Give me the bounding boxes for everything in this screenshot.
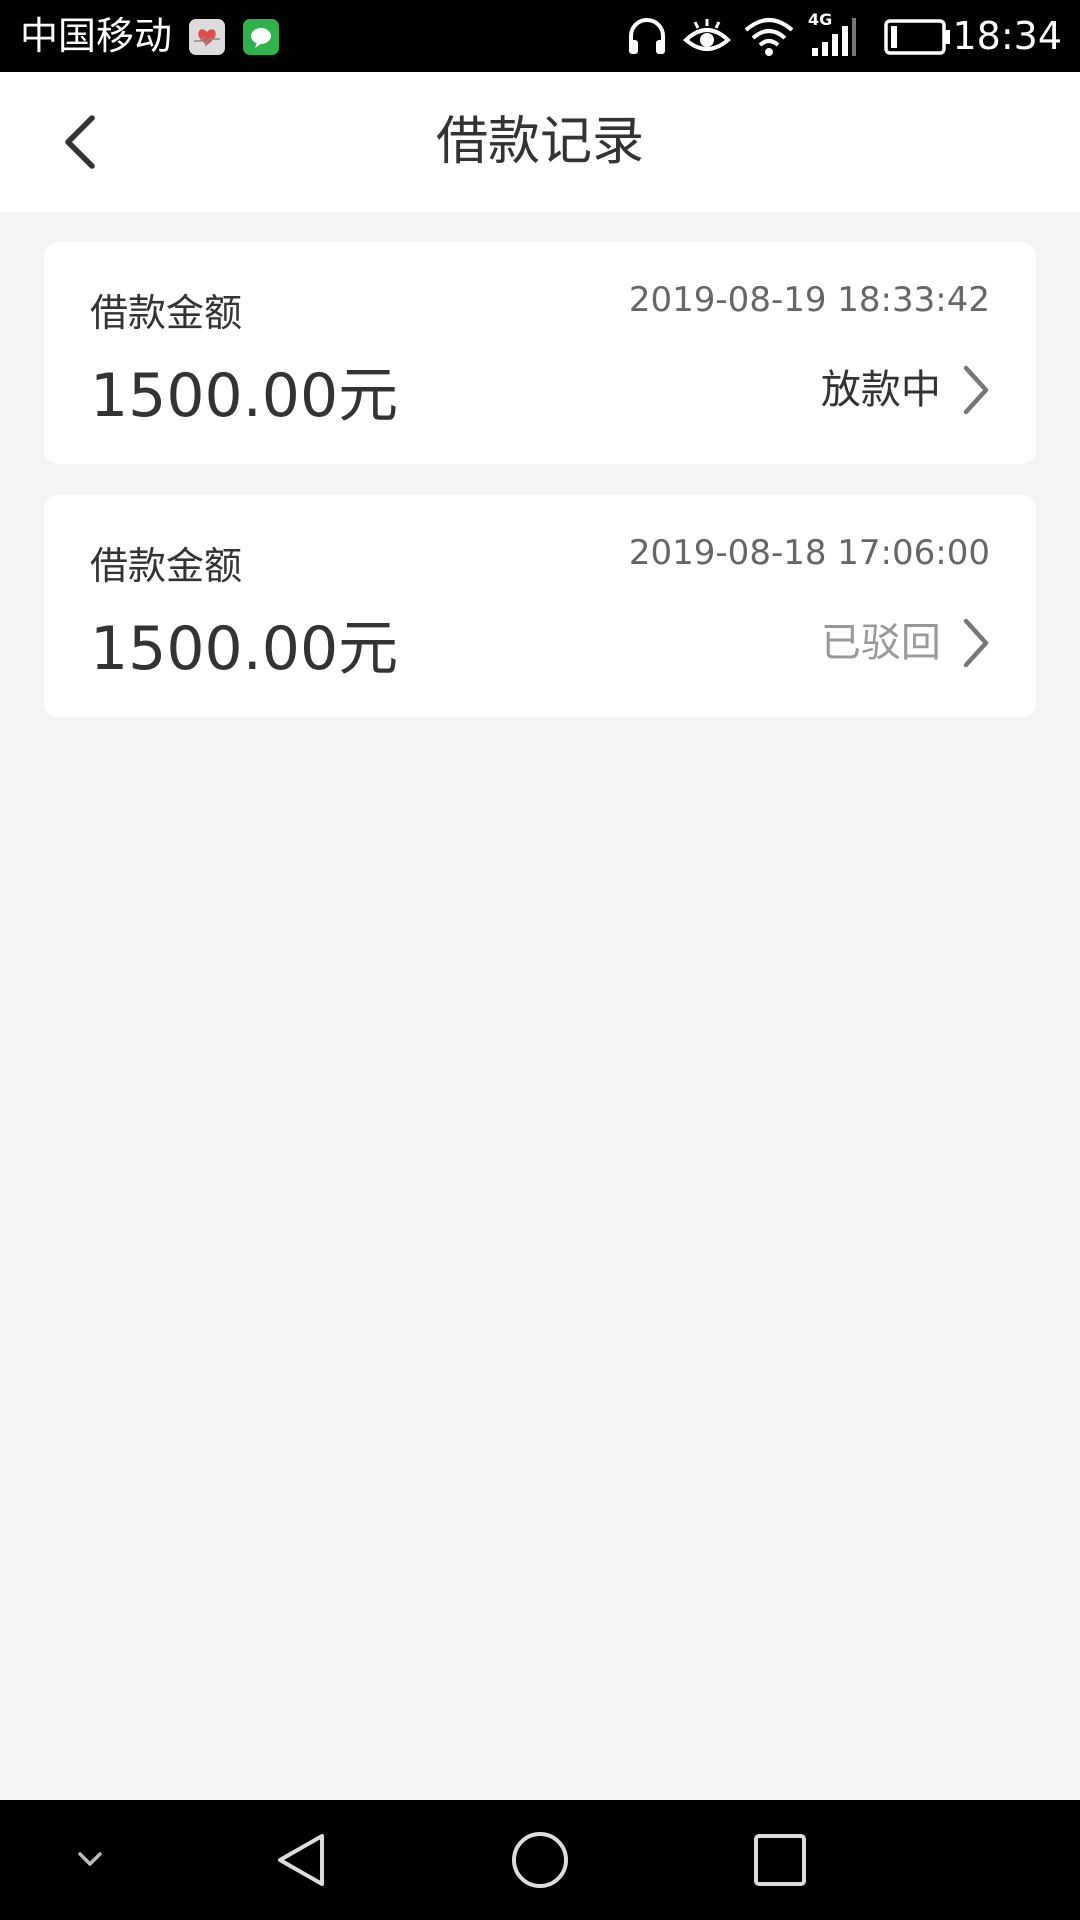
signal-icon [810, 14, 858, 62]
record-status: 放款中 [821, 360, 990, 420]
amount-value: 1500.00元 [90, 614, 399, 684]
clock: 18:34 [952, 14, 1062, 58]
loan-record-card[interactable]: 借款金额 2019-08-18 17:06:00 1500.00元 已驳回 [44, 495, 1036, 717]
record-date: 2019-08-19 18:33:42 [628, 280, 990, 320]
amount-value: 1500.00元 [90, 361, 399, 431]
app-header: 借款记录 [0, 72, 1080, 212]
record-date: 2019-08-18 17:06:00 [628, 533, 990, 573]
message-app-icon [243, 19, 279, 55]
page-title: 借款记录 [435, 112, 644, 172]
hide-keyboard-icon[interactable] [70, 1840, 110, 1884]
status-bar: 中国移动 4G 18:34 [0, 0, 1080, 72]
system-nav-bar [0, 1800, 1080, 1920]
nav-recents-icon[interactable] [752, 1832, 808, 1892]
carrier-name: 中国移动 [20, 14, 173, 58]
health-app-icon [189, 19, 225, 55]
chevron-right-icon [963, 618, 989, 668]
chevron-right-icon [963, 365, 989, 415]
record-status: 已驳回 [821, 613, 990, 673]
eye-icon [683, 14, 731, 62]
back-arrow-icon[interactable] [60, 112, 104, 172]
amount-label: 借款金额 [90, 544, 243, 588]
wifi-icon [742, 14, 796, 62]
amount-label: 借款金额 [90, 291, 243, 335]
headphones-icon [626, 14, 668, 62]
status-text: 放款中 [820, 367, 941, 413]
nav-home-icon[interactable] [510, 1830, 570, 1894]
loan-record-card[interactable]: 借款金额 2019-08-19 18:33:42 1500.00元 放款中 [44, 242, 1036, 464]
nav-back-icon[interactable] [272, 1830, 328, 1894]
battery-icon [884, 18, 952, 60]
status-text: 已驳回 [820, 620, 941, 666]
